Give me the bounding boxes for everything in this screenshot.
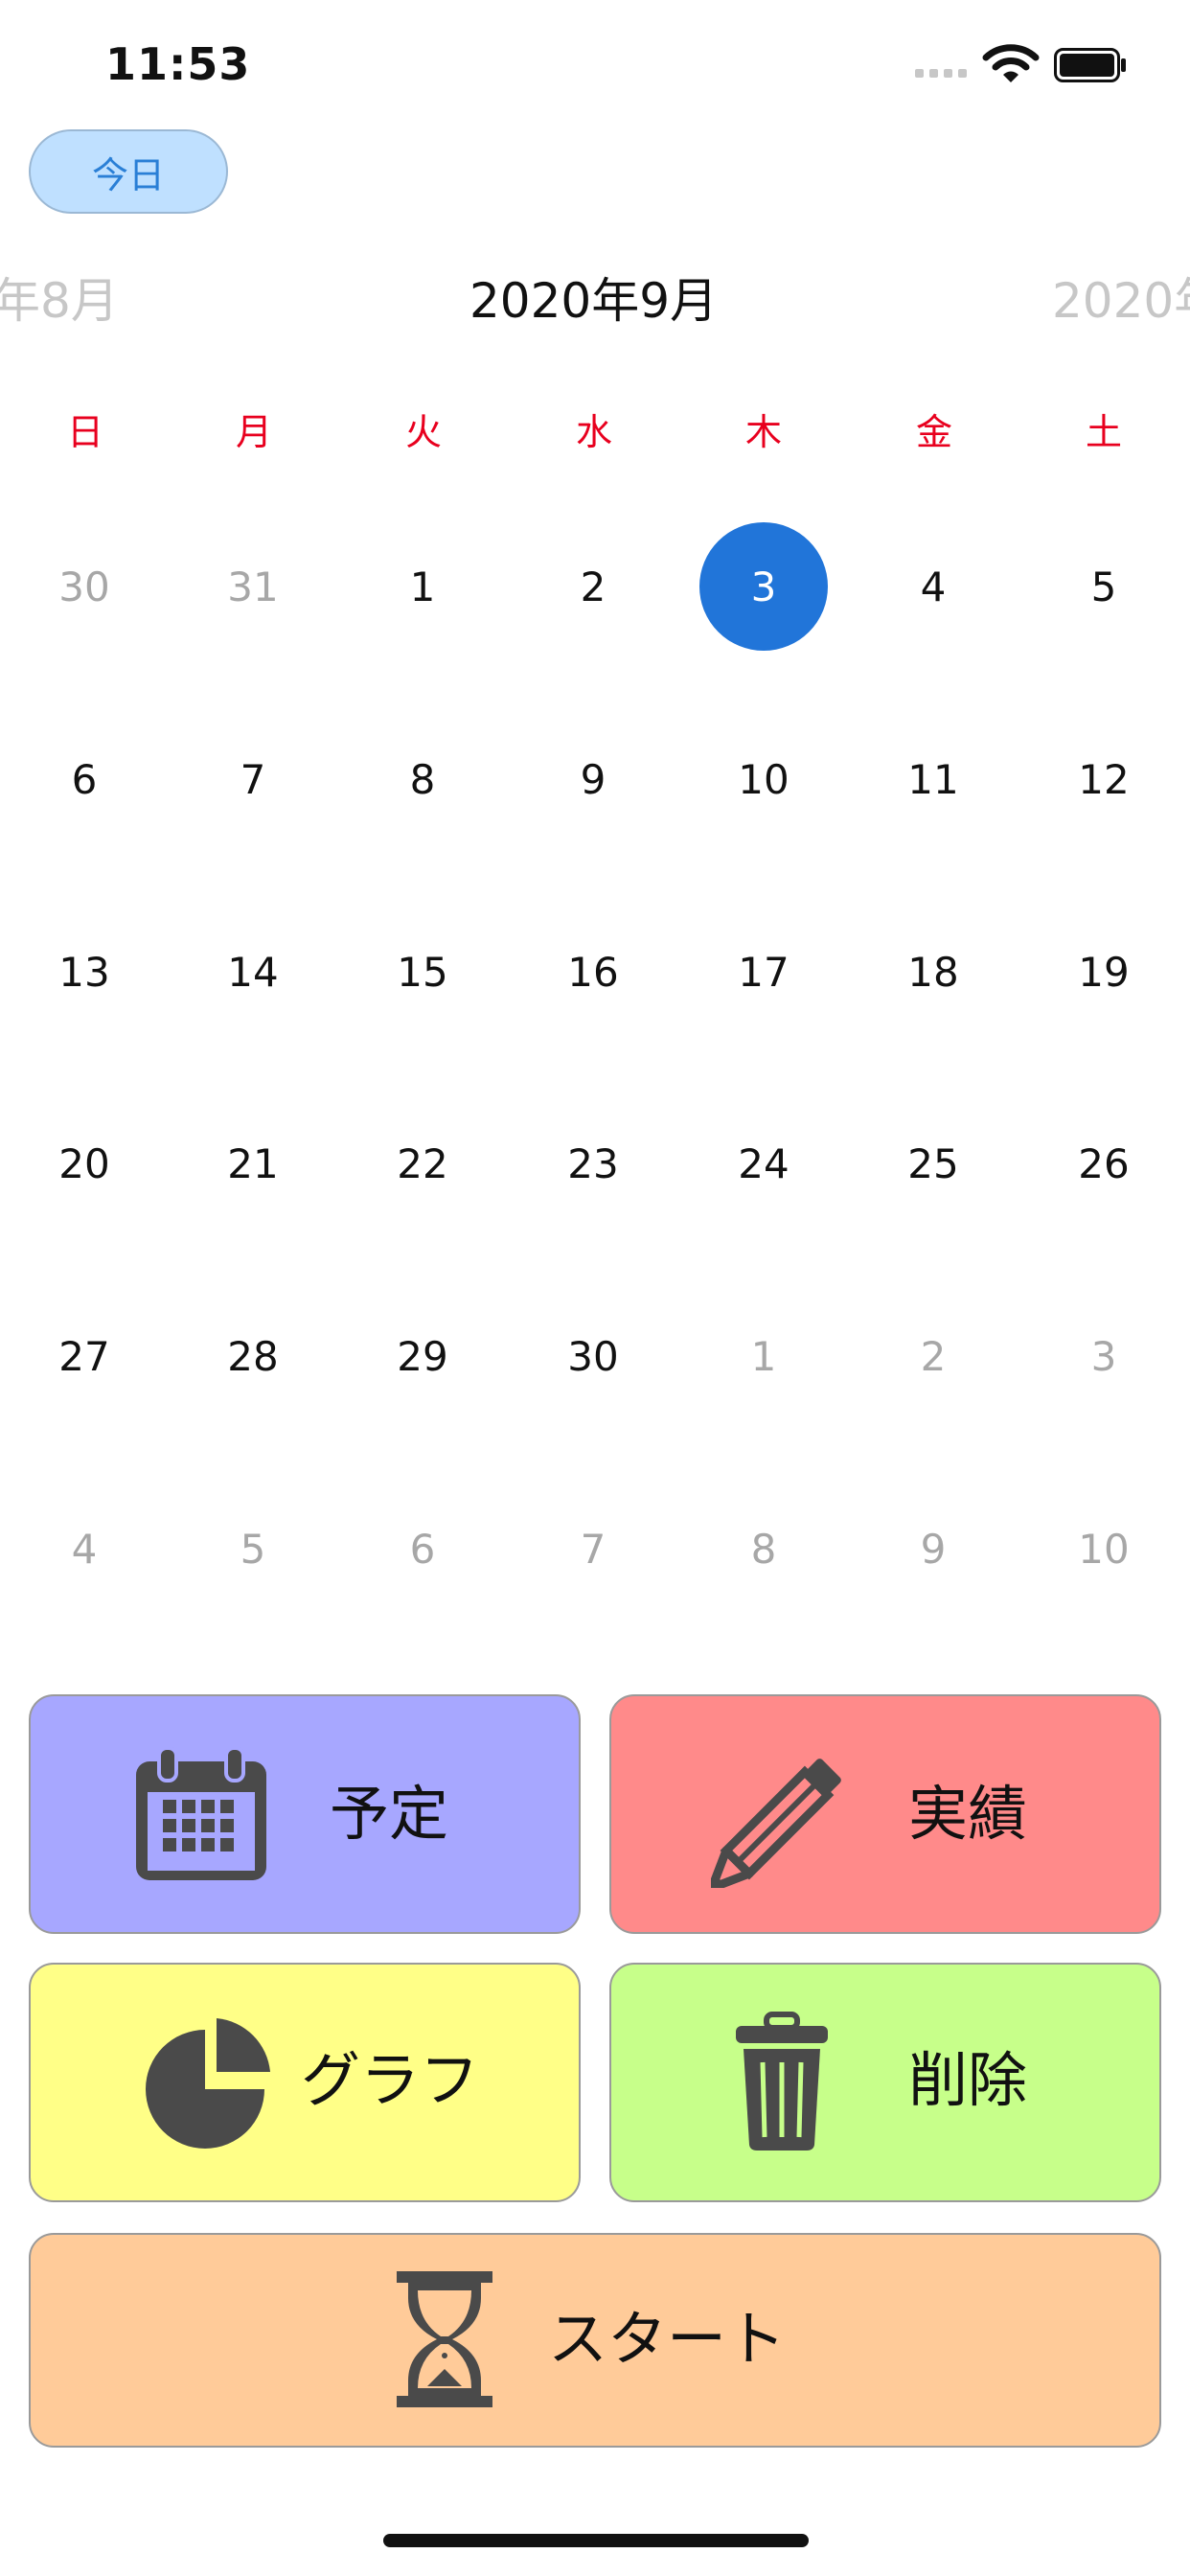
trash-icon — [736, 2012, 828, 2150]
day-cell[interactable]: 14 — [186, 905, 320, 1039]
cellular-signal-icon — [915, 69, 967, 78]
day-cell[interactable]: 30 — [17, 519, 151, 654]
start-button[interactable]: スタート — [29, 2233, 1161, 2448]
day-cell[interactable]: 10 — [1037, 1482, 1171, 1616]
weekday-mon: 月 — [235, 411, 272, 453]
current-month-title: 2020年9月 — [469, 273, 719, 329]
day-cell[interactable]: 25 — [866, 1096, 1000, 1230]
day-cell[interactable]: 7 — [526, 1482, 660, 1616]
day-cell[interactable]: 28 — [186, 1289, 320, 1423]
graph-label: グラフ — [301, 2045, 480, 2115]
day-cell[interactable]: 21 — [186, 1096, 320, 1230]
previous-month-label[interactable]: 年8月 — [0, 270, 119, 332]
day-cell[interactable]: 9 — [866, 1482, 1000, 1616]
plan-label: 予定 — [330, 1779, 449, 1849]
graph-button[interactable]: グラフ — [29, 1963, 581, 2202]
weekday-sat: 土 — [1085, 411, 1122, 453]
weekday-wed: 水 — [575, 411, 612, 453]
day-cell[interactable]: 5 — [1037, 519, 1171, 654]
weekday-sun: 日 — [66, 411, 103, 453]
day-cell[interactable]: 6 — [17, 712, 151, 846]
pie-chart-icon — [146, 2018, 270, 2149]
calendar-grid: 30 31 1 2 3 4 5 6 7 8 9 10 11 12 13 14 15 16 17 18 19 20 21 22 2… — [0, 479, 1190, 1629]
today-button[interactable]: 今日 — [29, 129, 228, 214]
day-cell[interactable]: 27 — [17, 1289, 151, 1423]
status-time: 11:53 — [105, 38, 251, 90]
calendar-icon — [136, 1746, 266, 1880]
day-cell[interactable]: 20 — [17, 1096, 151, 1230]
weekday-fri: 金 — [915, 411, 952, 453]
day-cell[interactable]: 16 — [526, 905, 660, 1039]
day-cell[interactable]: 9 — [526, 712, 660, 846]
weekday-tue: 火 — [404, 411, 442, 453]
day-cell[interactable]: 8 — [355, 712, 490, 846]
day-cell[interactable]: 5 — [186, 1482, 320, 1616]
delete-button[interactable]: 削除 — [609, 1963, 1161, 2202]
weekday-header: 日 月 火 水 木 金 土 — [0, 402, 1190, 464]
day-cell[interactable]: 12 — [1037, 712, 1171, 846]
day-cell[interactable]: 11 — [866, 712, 1000, 846]
wifi-icon — [982, 44, 1040, 82]
day-cell[interactable]: 2 — [526, 519, 660, 654]
day-cell[interactable]: 30 — [526, 1289, 660, 1423]
weekday-thu: 木 — [744, 411, 782, 453]
selected-day-cell[interactable]: 3 — [699, 522, 828, 651]
actual-button[interactable]: 実績 — [609, 1694, 1161, 1934]
day-cell[interactable]: 18 — [866, 905, 1000, 1039]
hourglass-icon — [397, 2271, 492, 2407]
day-cell[interactable]: 15 — [355, 905, 490, 1039]
day-cell[interactable]: 10 — [697, 712, 831, 846]
day-cell[interactable]: 17 — [697, 905, 831, 1039]
start-label: スタート — [548, 2304, 787, 2374]
actual-label: 実績 — [908, 1779, 1028, 1849]
day-cell[interactable]: 31 — [186, 519, 320, 654]
day-cell[interactable]: 13 — [17, 905, 151, 1039]
day-cell[interactable]: 29 — [355, 1289, 490, 1423]
pencil-icon — [711, 1759, 841, 1888]
day-cell[interactable]: 1 — [697, 1289, 831, 1423]
delete-label: 削除 — [908, 2045, 1028, 2115]
next-month-label[interactable]: 2020年 — [1052, 270, 1190, 332]
day-cell[interactable]: 24 — [697, 1096, 831, 1230]
day-cell[interactable]: 4 — [866, 519, 1000, 654]
day-cell[interactable]: 3 — [1037, 1289, 1171, 1423]
day-cell[interactable]: 7 — [186, 712, 320, 846]
day-cell[interactable]: 8 — [697, 1482, 831, 1616]
battery-icon — [1054, 48, 1126, 82]
day-cell[interactable]: 26 — [1037, 1096, 1171, 1230]
day-cell[interactable]: 6 — [355, 1482, 490, 1616]
day-cell[interactable]: 23 — [526, 1096, 660, 1230]
day-cell[interactable]: 2 — [866, 1289, 1000, 1423]
day-cell[interactable]: 1 — [355, 519, 490, 654]
home-indicator — [383, 2534, 809, 2547]
day-cell[interactable]: 4 — [17, 1482, 151, 1616]
day-cell[interactable]: 22 — [355, 1096, 490, 1230]
plan-button[interactable]: 予定 — [29, 1694, 581, 1934]
day-cell[interactable]: 19 — [1037, 905, 1171, 1039]
